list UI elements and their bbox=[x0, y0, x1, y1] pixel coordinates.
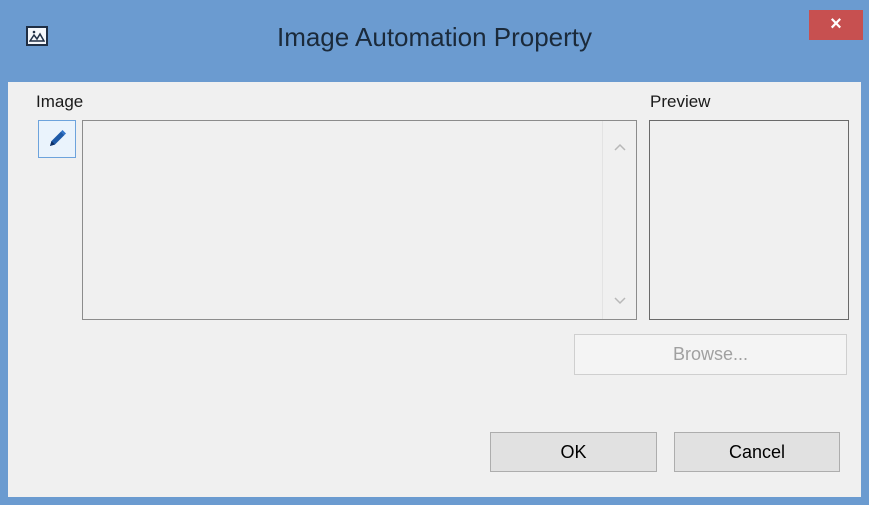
preview-box bbox=[649, 120, 849, 320]
preview-label: Preview bbox=[650, 92, 711, 111]
window-title: Image Automation Property bbox=[276, 22, 593, 52]
image-label: Image bbox=[36, 92, 84, 111]
ok-button[interactable]: OK bbox=[490, 432, 657, 472]
title-bar[interactable]: Image Automation Property × bbox=[0, 0, 869, 82]
close-icon: × bbox=[830, 13, 842, 35]
chevron-up-icon[interactable] bbox=[613, 139, 627, 151]
edit-image-button[interactable] bbox=[38, 120, 76, 158]
close-button[interactable]: × bbox=[809, 10, 863, 40]
image-textarea[interactable] bbox=[82, 120, 637, 320]
image-scrollbar[interactable] bbox=[602, 121, 636, 319]
dialog-window: Image Automation Property × Image Previe… bbox=[0, 0, 869, 505]
cancel-button[interactable]: Cancel bbox=[674, 432, 840, 472]
browse-button[interactable]: Browse... bbox=[574, 334, 847, 375]
dialog-content: Image Preview Browse... OK Cancel bbox=[8, 82, 861, 497]
chevron-down-icon[interactable] bbox=[613, 293, 627, 305]
